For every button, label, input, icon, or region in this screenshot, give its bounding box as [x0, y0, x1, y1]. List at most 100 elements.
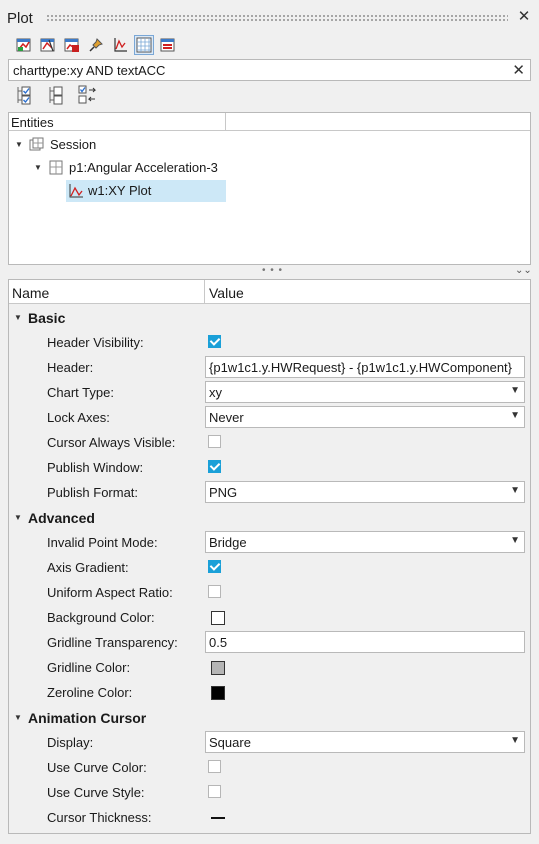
- property-row-header: Header: {p1w1c1.y.HWRequest} - {p1w1c1.y.…: [9, 355, 530, 380]
- expand-all-icon[interactable]: [14, 85, 34, 105]
- publish-format-select[interactable]: PNG ▼: [205, 481, 525, 503]
- sync-selection-icon[interactable]: [78, 85, 98, 105]
- property-label: Use Curve Color:: [47, 760, 147, 775]
- property-value: [205, 456, 525, 479]
- property-row-display: Display: Square ▼: [9, 730, 530, 755]
- property-row-header-visibility: Header Visibility:: [9, 330, 530, 355]
- property-value: [205, 656, 525, 679]
- collapse-icon[interactable]: ▼: [15, 134, 23, 156]
- use-curve-style-checkbox[interactable]: [208, 785, 221, 798]
- plot-delete-icon[interactable]: [62, 35, 82, 55]
- search-input-value: charttype:xy AND textACC: [13, 63, 166, 78]
- select-value: xy: [209, 385, 222, 400]
- chevron-down-icon[interactable]: ⌄⌄: [515, 265, 532, 276]
- property-row-zeroline-color: Zeroline Color:: [9, 680, 530, 705]
- column-divider[interactable]: [204, 280, 205, 304]
- plot-split-icon[interactable]: [38, 35, 58, 55]
- property-row-invalid-point-mode: Invalid Point Mode: Bridge ▼: [9, 530, 530, 555]
- chart-type-select[interactable]: xy ▼: [205, 381, 525, 403]
- zeroline-color-swatch[interactable]: [211, 686, 225, 700]
- property-value: PNG ▼: [205, 481, 525, 504]
- property-row-use-curve-color: Use Curve Color:: [9, 755, 530, 780]
- select-value: Bridge: [209, 535, 247, 550]
- gridline-color-swatch[interactable]: [211, 661, 225, 675]
- gridline-transparency-field[interactable]: 0.5: [205, 631, 525, 653]
- section-title: Advanced: [28, 510, 95, 526]
- property-label: Cursor Always Visible:: [47, 435, 176, 450]
- property-value: xy ▼: [205, 381, 525, 404]
- property-label: Uniform Aspect Ratio:: [47, 585, 173, 600]
- tree-item-xy-plot[interactable]: w1:XY Plot: [66, 180, 226, 202]
- property-label: Invalid Point Mode:: [47, 535, 158, 550]
- property-value: 0.5: [205, 631, 525, 654]
- chevron-down-icon[interactable]: ▼: [510, 735, 520, 746]
- session-icon: [29, 137, 45, 153]
- property-label: Gridline Transparency:: [47, 635, 178, 650]
- property-row-gridline-color: Gridline Color:: [9, 655, 530, 680]
- property-label: Chart Type:: [47, 385, 114, 400]
- header-field[interactable]: {p1w1c1.y.HWRequest} - {p1w1c1.y.HWCompo…: [205, 356, 525, 378]
- tree-item-session[interactable]: ▼ Session: [9, 134, 309, 156]
- collapse-icon[interactable]: ▼: [34, 157, 42, 179]
- tree-item-label: p1:Angular Acceleration-3: [69, 160, 218, 175]
- field-value: 0.5: [209, 635, 228, 650]
- plot-legend-icon[interactable]: [158, 35, 178, 55]
- cursor-thickness-line-icon[interactable]: [211, 817, 225, 819]
- collapse-icon[interactable]: ▼: [14, 513, 22, 522]
- plot-axes-icon[interactable]: [110, 35, 130, 55]
- property-row-gridline-transparency: Gridline Transparency: 0.5: [9, 630, 530, 655]
- chevron-down-icon[interactable]: ▼: [510, 410, 520, 421]
- header-visibility-checkbox[interactable]: [208, 335, 221, 348]
- tree-item-label: Session: [50, 137, 97, 152]
- value-column-header: Value: [209, 285, 244, 301]
- panel-drag-grip[interactable]: [46, 14, 508, 22]
- property-grid-header: Name Value: [9, 280, 530, 304]
- lock-axes-select[interactable]: Never ▼: [205, 406, 525, 428]
- property-row-uniform-aspect-ratio: Uniform Aspect Ratio:: [9, 580, 530, 605]
- clear-search-icon[interactable]: ✕: [512, 61, 525, 79]
- tree-item-page[interactable]: ▼ p1:Angular Acceleration-3: [9, 157, 309, 179]
- property-value: [205, 331, 525, 354]
- section-animation-cursor[interactable]: ▼ Animation Cursor: [9, 705, 530, 730]
- chevron-down-icon[interactable]: ▼: [510, 485, 520, 496]
- uniform-aspect-ratio-checkbox[interactable]: [208, 585, 221, 598]
- property-label: Cursor Thickness:: [47, 810, 152, 825]
- property-value: [205, 581, 525, 604]
- background-color-swatch[interactable]: [211, 611, 225, 625]
- use-curve-color-checkbox[interactable]: [208, 760, 221, 773]
- select-value: Never: [209, 410, 244, 425]
- collapse-icon[interactable]: ▼: [14, 713, 22, 722]
- plot-grid-icon[interactable]: [134, 35, 154, 55]
- section-title: Animation Cursor: [28, 710, 147, 726]
- property-value: [205, 806, 525, 829]
- section-basic[interactable]: ▼ Basic: [9, 305, 530, 330]
- axis-gradient-checkbox[interactable]: [208, 560, 221, 573]
- property-row-publish-window: Publish Window:: [9, 455, 530, 480]
- collapse-icon[interactable]: ▼: [14, 313, 22, 322]
- plot-new-icon[interactable]: [14, 35, 34, 55]
- chevron-down-icon[interactable]: ▼: [510, 385, 520, 396]
- tree-header-label: Entities: [11, 115, 54, 130]
- field-value: {p1w1c1.y.HWRequest} - {p1w1c1.y.HWCompo…: [209, 360, 512, 375]
- chevron-down-icon[interactable]: ▼: [510, 535, 520, 546]
- display-select[interactable]: Square ▼: [205, 731, 525, 753]
- property-value: Bridge ▼: [205, 531, 525, 554]
- search-input[interactable]: charttype:xy AND textACC ✕: [8, 59, 531, 81]
- name-column-header: Name: [12, 285, 50, 301]
- property-label: Publish Format:: [47, 485, 139, 500]
- select-value: Square: [209, 735, 251, 750]
- property-value: [205, 606, 525, 629]
- publish-window-checkbox[interactable]: [208, 460, 221, 473]
- column-divider[interactable]: [225, 113, 226, 131]
- invalid-point-mode-select[interactable]: Bridge ▼: [205, 531, 525, 553]
- property-label: Display:: [47, 735, 94, 750]
- collapse-tree-icon[interactable]: [46, 85, 66, 105]
- entity-tree[interactable]: Entities ▼ Session ▼ p1:Angular Accelera…: [8, 112, 531, 265]
- cursor-always-visible-checkbox[interactable]: [208, 435, 221, 448]
- property-row-background-color: Background Color:: [9, 605, 530, 630]
- section-advanced[interactable]: ▼ Advanced: [9, 505, 530, 530]
- property-value: Square ▼: [205, 731, 525, 754]
- panel-splitter[interactable]: • • •: [262, 265, 283, 276]
- plot-pin-icon[interactable]: [86, 35, 106, 55]
- close-icon[interactable]: ✕: [517, 9, 531, 25]
